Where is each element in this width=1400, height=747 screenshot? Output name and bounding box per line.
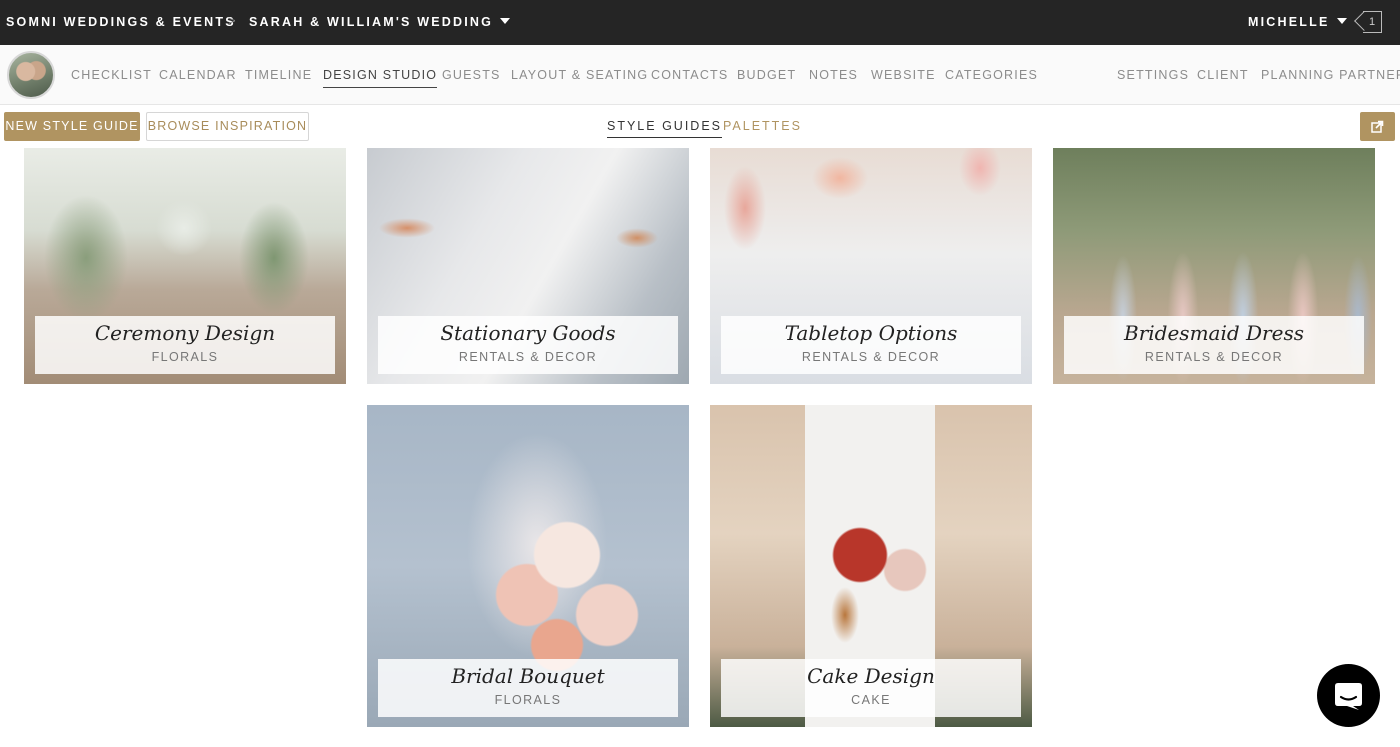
nav-checklist[interactable]: CHECKLIST [71,68,152,82]
nav-website[interactable]: WEBSITE [871,68,936,82]
card-label: Bridesmaid Dress RENTALS & DECOR [1064,316,1364,374]
nav-planning-partners[interactable]: PLANNING PARTNERS [1261,68,1400,82]
share-button[interactable] [1360,112,1395,141]
style-guide-card-tabletop-options[interactable]: Tabletop Options RENTALS & DECOR [710,148,1032,384]
style-guide-card-bridesmaid-dress[interactable]: Bridesmaid Dress RENTALS & DECOR [1053,148,1375,384]
card-label: Bridal Bouquet FLORALS [378,659,678,717]
card-category: FLORALS [151,350,219,364]
nav-guests[interactable]: GUESTS [442,68,501,82]
card-title: Cake Design [807,664,935,688]
avatar[interactable] [7,51,55,99]
chat-icon [1335,683,1362,710]
notification-flag-icon[interactable]: 1 [1354,11,1382,33]
nav-layout-seating[interactable]: LAYOUT & SEATING [511,68,648,82]
card-category: FLORALS [494,693,562,707]
card-label: Ceremony Design FLORALS [35,316,335,374]
card-title: Bridesmaid Dress [1124,321,1304,345]
nav-calendar[interactable]: CALENDAR [159,68,237,82]
card-title: Ceremony Design [94,321,276,345]
style-guide-card-ceremony-design[interactable]: Ceremony Design FLORALS [24,148,346,384]
style-guide-card-stationary-goods[interactable]: Stationary Goods RENTALS & DECOR [367,148,689,384]
tab-style-guides[interactable]: STYLE GUIDES [607,119,722,138]
card-title: Tabletop Options [784,321,958,345]
nav-timeline[interactable]: TIMELINE [245,68,312,82]
event-selector[interactable]: SARAH & WILLIAM'S WEDDING [249,15,511,29]
browse-inspiration-button[interactable]: BROWSE INSPIRATION [146,112,309,141]
nav-notes[interactable]: NOTES [809,68,858,82]
event-name: SARAH & WILLIAM'S WEDDING [249,15,494,29]
caret-down-icon [500,18,511,25]
user-menu[interactable]: MICHELLE [1248,15,1347,29]
caret-down-icon [1336,18,1347,25]
main-nav: CHECKLIST CALENDAR TIMELINE DESIGN STUDI… [0,45,1400,105]
nav-settings[interactable]: SETTINGS [1117,68,1189,82]
card-label: Stationary Goods RENTALS & DECOR [378,316,678,374]
notification-count: 1 [1363,11,1382,33]
top-bar: SOMNI WEDDINGS & EVENTS > SARAH & WILLIA… [0,0,1400,45]
card-title: Bridal Bouquet [451,664,605,688]
card-category: RENTALS & DECOR [801,350,941,364]
card-label: Cake Design CAKE [721,659,1021,717]
user-name: MICHELLE [1248,15,1330,29]
style-guide-card-bridal-bouquet[interactable]: Bridal Bouquet FLORALS [367,405,689,727]
share-icon [1371,120,1384,133]
card-title: Stationary Goods [440,321,616,345]
card-category: RENTALS & DECOR [1144,350,1284,364]
nav-categories[interactable]: CATEGORIES [945,68,1038,82]
company-name[interactable]: SOMNI WEDDINGS & EVENTS [6,15,236,29]
nav-client[interactable]: CLIENT [1197,68,1249,82]
chat-launcher-button[interactable] [1317,664,1380,727]
nav-design-studio[interactable]: DESIGN STUDIO [323,68,438,88]
nav-budget[interactable]: BUDGET [737,68,796,82]
style-guide-card-cake-design[interactable]: Cake Design CAKE [710,405,1032,727]
nav-contacts[interactable]: CONTACTS [651,68,728,82]
breadcrumb-separator: > [228,13,236,28]
new-style-guide-button[interactable]: NEW STYLE GUIDE [4,112,140,141]
card-label: Tabletop Options RENTALS & DECOR [721,316,1021,374]
tab-palettes[interactable]: PALETTES [723,119,802,133]
card-category: CAKE [851,693,891,707]
card-category: RENTALS & DECOR [458,350,598,364]
